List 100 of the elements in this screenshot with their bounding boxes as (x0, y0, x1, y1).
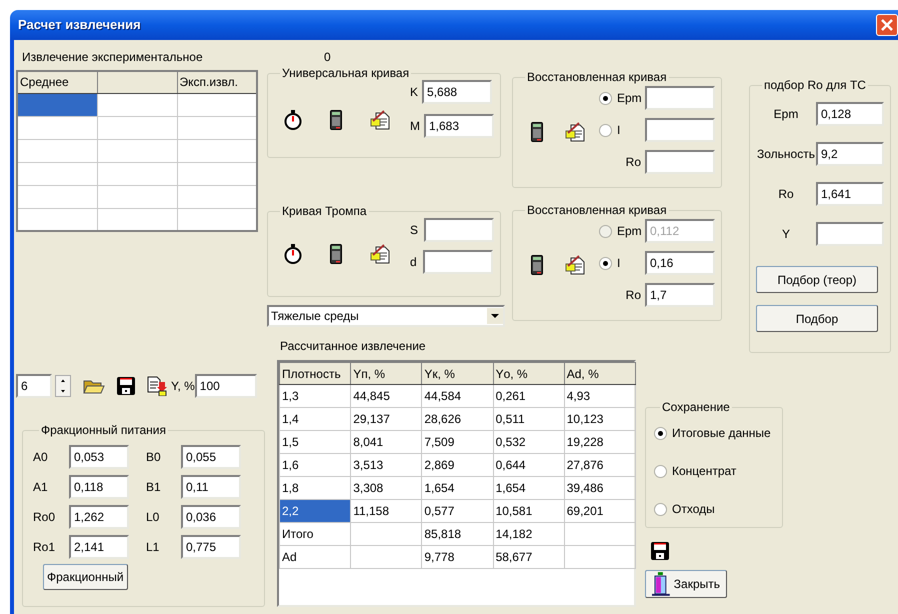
table-cell[interactable]: 10,581 (493, 500, 564, 522)
text-field[interactable]: 100 (194, 374, 257, 398)
radio-label[interactable]: Концентрат (672, 462, 736, 480)
document-export-icon[interactable] (147, 376, 167, 396)
table-cell[interactable]: 7,509 (422, 430, 494, 454)
field-label: Ro (626, 154, 641, 171)
radio-button[interactable] (599, 256, 612, 270)
radio-button[interactable] (599, 92, 612, 104)
radio-button[interactable] (654, 426, 667, 440)
field-label: B1 (146, 479, 162, 496)
document-edit-icon (565, 255, 585, 275)
radio-label[interactable]: I (617, 254, 645, 272)
table-cell[interactable]: Итого (280, 522, 351, 546)
table-cell[interactable]: 28,626 (422, 408, 494, 430)
fraction-button[interactable]: Фракционный (43, 564, 128, 590)
table-cell[interactable]: 29,137 (350, 408, 422, 430)
text-field[interactable]: 0,128 (816, 102, 884, 126)
radio-label[interactable]: I (617, 121, 645, 139)
table-cell[interactable]: 0,261 (493, 384, 564, 408)
text-field[interactable]: 0,036 (181, 505, 241, 529)
radio-label[interactable]: Итоговые данные (672, 424, 771, 442)
dropdown[interactable]: Тяжелые среды (267, 305, 505, 327)
radio-button[interactable] (654, 464, 667, 478)
table-cell[interactable]: 1,654 (493, 476, 564, 500)
table-cell[interactable] (97, 93, 177, 116)
table-cell[interactable] (564, 546, 636, 568)
table-cell[interactable]: 0,577 (422, 500, 494, 522)
table-cell[interactable]: 0,644 (493, 454, 564, 476)
table-cell[interactable]: 9,778 (422, 546, 494, 568)
table-cell[interactable]: 44,584 (422, 384, 494, 408)
table-cell[interactable]: 8,041 (350, 430, 422, 454)
group-title: Кривая Тромпа (281, 204, 368, 218)
text-field[interactable] (645, 150, 715, 174)
text-field[interactable]: 0,16 (645, 251, 715, 275)
table-cell[interactable]: 3,308 (350, 476, 422, 500)
table-cell[interactable] (17, 139, 97, 162)
table-cell[interactable]: 19,228 (564, 430, 636, 454)
fit-button[interactable]: Подбор (теор) (756, 266, 878, 293)
text-field[interactable]: 9,2 (816, 142, 884, 166)
table-cell[interactable] (97, 116, 177, 139)
table-cell[interactable] (97, 162, 177, 185)
table-cell[interactable] (564, 522, 636, 546)
table-cell[interactable]: 44,845 (350, 384, 422, 408)
radio-label[interactable]: Epm (617, 89, 645, 107)
table-cell[interactable]: 58,677 (493, 546, 564, 568)
table-cell[interactable]: 1,5 (280, 430, 351, 454)
table-cell[interactable]: 0,511 (493, 408, 564, 430)
text-field[interactable]: 1,262 (69, 505, 129, 529)
folder-icon[interactable] (83, 378, 105, 394)
table-cell[interactable]: 85,818 (422, 522, 494, 546)
text-field[interactable] (645, 118, 715, 142)
table-cell[interactable]: 1,6 (280, 454, 351, 476)
close-button[interactable] (876, 14, 898, 36)
field-label: Зольность (756, 146, 816, 163)
text-field[interactable] (422, 250, 493, 274)
column-header: Yп, % (350, 362, 422, 384)
table-cell[interactable] (97, 139, 177, 162)
table-cell[interactable]: 2,2 (280, 500, 351, 522)
close-dialog-button[interactable]: Закрыть (645, 570, 727, 598)
radio-button[interactable] (599, 124, 612, 136)
table-cell[interactable]: 1,3 (280, 384, 351, 408)
table-cell[interactable]: Ad (280, 546, 351, 568)
text-field[interactable]: 0,775 (181, 535, 241, 559)
table-cell[interactable]: 4,93 (564, 384, 636, 408)
text-field[interactable] (424, 218, 494, 242)
table-cell[interactable]: 2,869 (422, 454, 494, 476)
table-cell[interactable]: 10,123 (564, 408, 636, 430)
text-field[interactable]: 5,688 (422, 80, 492, 104)
table-cell[interactable]: 1,654 (422, 476, 494, 500)
text-field[interactable] (645, 86, 715, 110)
text-field[interactable]: 1,641 (816, 182, 884, 206)
text-field[interactable]: 0,055 (181, 445, 241, 469)
table-cell[interactable]: 27,876 (564, 454, 636, 476)
table-cell[interactable]: 3,513 (350, 454, 422, 476)
text-field[interactable]: 1,683 (424, 114, 494, 138)
table-cell[interactable] (17, 162, 97, 185)
spin-button[interactable] (55, 374, 71, 396)
fit-button[interactable]: Подбор (756, 305, 878, 332)
table-cell[interactable] (17, 185, 97, 208)
table-cell[interactable]: 1,4 (280, 408, 351, 430)
table-cell[interactable] (350, 546, 422, 568)
table-cell[interactable] (17, 93, 97, 116)
table-cell[interactable] (17, 116, 97, 139)
radio-button[interactable] (654, 502, 667, 516)
text-field[interactable]: 0,11 (181, 475, 241, 499)
table-cell[interactable]: 0,532 (493, 430, 564, 454)
text-field[interactable]: 0,118 (69, 475, 129, 499)
text-field[interactable] (816, 222, 884, 246)
text-field[interactable]: 6 (16, 374, 52, 398)
table-cell[interactable]: 69,201 (564, 500, 636, 522)
text-field[interactable]: 2,141 (69, 535, 129, 559)
table-cell[interactable] (350, 522, 422, 546)
field-label: B0 (146, 449, 162, 466)
table-cell[interactable] (97, 185, 177, 208)
table-cell[interactable]: 11,158 (350, 500, 422, 522)
table-cell[interactable]: 39,486 (564, 476, 636, 500)
text-field[interactable]: 1,7 (645, 283, 715, 307)
radio-label[interactable]: Отходы (672, 500, 715, 518)
text-field[interactable]: 0,053 (69, 445, 129, 469)
table-cell[interactable]: 14,182 (493, 522, 564, 546)
